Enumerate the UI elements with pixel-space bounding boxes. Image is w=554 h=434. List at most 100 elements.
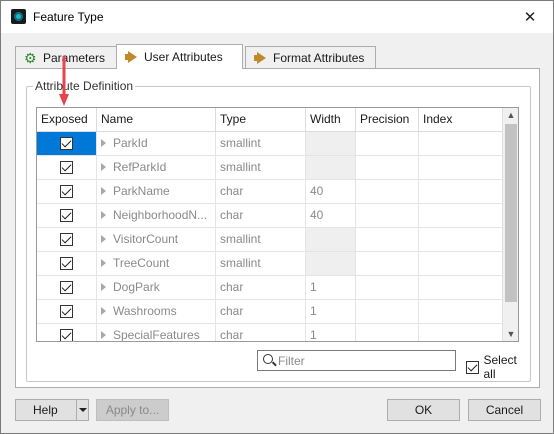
chevron-down-icon[interactable]: [79, 408, 87, 412]
precision-cell[interactable]: [356, 228, 419, 251]
column-header-index[interactable]: Index: [419, 108, 503, 132]
table-row[interactable]: ParkId smallint: [37, 132, 503, 156]
exposed-checkbox[interactable]: [60, 257, 73, 270]
name-cell[interactable]: VisitorCount: [97, 228, 216, 251]
precision-cell[interactable]: [356, 156, 419, 179]
type-cell[interactable]: char: [216, 300, 306, 323]
exposed-cell[interactable]: [37, 204, 97, 227]
name-cell[interactable]: RefParkId: [97, 156, 216, 179]
name-cell[interactable]: Washrooms: [97, 300, 216, 323]
type-cell[interactable]: smallint: [216, 156, 306, 179]
column-header-name[interactable]: Name: [97, 108, 216, 132]
exposed-checkbox[interactable]: [60, 209, 73, 222]
exposed-checkbox[interactable]: [60, 233, 73, 246]
tab-user-attributes[interactable]: User Attributes: [116, 44, 243, 69]
column-header-precision[interactable]: Precision: [356, 108, 419, 132]
name-cell[interactable]: TreeCount: [97, 252, 216, 275]
exposed-cell[interactable]: [37, 180, 97, 203]
cancel-button[interactable]: Cancel: [468, 399, 541, 421]
select-all-checkbox[interactable]: [466, 360, 479, 374]
precision-cell[interactable]: [356, 252, 419, 275]
precision-cell[interactable]: [356, 180, 419, 203]
precision-cell[interactable]: [356, 204, 419, 227]
close-button[interactable]: ✕: [513, 3, 547, 31]
index-cell[interactable]: [419, 228, 503, 251]
table-row[interactable]: TreeCount smallint: [37, 252, 503, 276]
exposed-cell[interactable]: [37, 324, 97, 341]
exposed-checkbox[interactable]: [60, 281, 73, 294]
table-row[interactable]: SpecialFeatures char 1: [37, 324, 503, 341]
precision-cell[interactable]: [356, 324, 419, 341]
column-header-exposed[interactable]: Exposed: [37, 108, 97, 132]
expand-triangle-icon[interactable]: [101, 330, 106, 339]
scroll-up-arrow-icon[interactable]: ▲: [503, 108, 518, 122]
width-cell[interactable]: [306, 132, 356, 155]
table-row[interactable]: RefParkId smallint: [37, 156, 503, 180]
precision-cell[interactable]: [356, 132, 419, 155]
exposed-checkbox[interactable]: [60, 329, 73, 341]
table-row[interactable]: Washrooms char 1: [37, 300, 503, 324]
exposed-cell[interactable]: [37, 300, 97, 323]
exposed-checkbox[interactable]: [60, 305, 73, 318]
name-cell[interactable]: ParkId: [97, 132, 216, 155]
type-cell[interactable]: char: [216, 180, 306, 203]
apply-to-button[interactable]: Apply to...: [96, 399, 169, 421]
filter-field[interactable]: [257, 350, 456, 371]
exposed-checkbox[interactable]: [60, 161, 73, 174]
expand-triangle-icon[interactable]: [101, 234, 106, 243]
exposed-checkbox[interactable]: [60, 137, 73, 150]
vertical-scrollbar[interactable]: ▲ ▼: [502, 108, 518, 341]
index-cell[interactable]: [419, 204, 503, 227]
scroll-thumb[interactable]: [505, 124, 517, 302]
index-cell[interactable]: [419, 324, 503, 341]
expand-triangle-icon[interactable]: [101, 186, 106, 195]
table-row[interactable]: ParkName char 40: [37, 180, 503, 204]
width-cell[interactable]: [306, 156, 356, 179]
exposed-cell[interactable]: [37, 252, 97, 275]
index-cell[interactable]: [419, 300, 503, 323]
type-cell[interactable]: char: [216, 204, 306, 227]
column-header-width[interactable]: Width: [306, 108, 356, 132]
precision-cell[interactable]: [356, 300, 419, 323]
expand-triangle-icon[interactable]: [101, 282, 106, 291]
expand-triangle-icon[interactable]: [101, 306, 106, 315]
expand-triangle-icon[interactable]: [101, 258, 106, 267]
index-cell[interactable]: [419, 276, 503, 299]
scroll-down-arrow-icon[interactable]: ▼: [503, 327, 518, 341]
precision-cell[interactable]: [356, 276, 419, 299]
type-cell[interactable]: smallint: [216, 252, 306, 275]
type-cell[interactable]: char: [216, 276, 306, 299]
width-cell[interactable]: [306, 228, 356, 251]
index-cell[interactable]: [419, 132, 503, 155]
index-cell[interactable]: [419, 156, 503, 179]
expand-triangle-icon[interactable]: [101, 138, 106, 147]
column-header-type[interactable]: Type: [216, 108, 306, 132]
width-cell[interactable]: 1: [306, 324, 356, 341]
exposed-cell[interactable]: [37, 276, 97, 299]
type-cell[interactable]: char: [216, 324, 306, 341]
width-cell[interactable]: 40: [306, 180, 356, 203]
name-cell[interactable]: DogPark: [97, 276, 216, 299]
select-all-toggle[interactable]: Select all: [466, 353, 530, 381]
table-row[interactable]: DogPark char 1: [37, 276, 503, 300]
expand-triangle-icon[interactable]: [101, 210, 106, 219]
filter-input[interactable]: [278, 352, 450, 369]
width-cell[interactable]: [306, 252, 356, 275]
table-row[interactable]: VisitorCount smallint: [37, 228, 503, 252]
width-cell[interactable]: 40: [306, 204, 356, 227]
width-cell[interactable]: 1: [306, 300, 356, 323]
ok-button[interactable]: OK: [387, 399, 460, 421]
name-cell[interactable]: ParkName: [97, 180, 216, 203]
type-cell[interactable]: smallint: [216, 228, 306, 251]
exposed-cell[interactable]: [37, 132, 97, 155]
table-row[interactable]: NeighborhoodN... char 40: [37, 204, 503, 228]
type-cell[interactable]: smallint: [216, 132, 306, 155]
width-cell[interactable]: 1: [306, 276, 356, 299]
exposed-cell[interactable]: [37, 156, 97, 179]
help-button[interactable]: Help: [15, 399, 89, 421]
name-cell[interactable]: NeighborhoodN...: [97, 204, 216, 227]
exposed-checkbox[interactable]: [60, 185, 73, 198]
index-cell[interactable]: [419, 180, 503, 203]
index-cell[interactable]: [419, 252, 503, 275]
expand-triangle-icon[interactable]: [101, 162, 106, 171]
